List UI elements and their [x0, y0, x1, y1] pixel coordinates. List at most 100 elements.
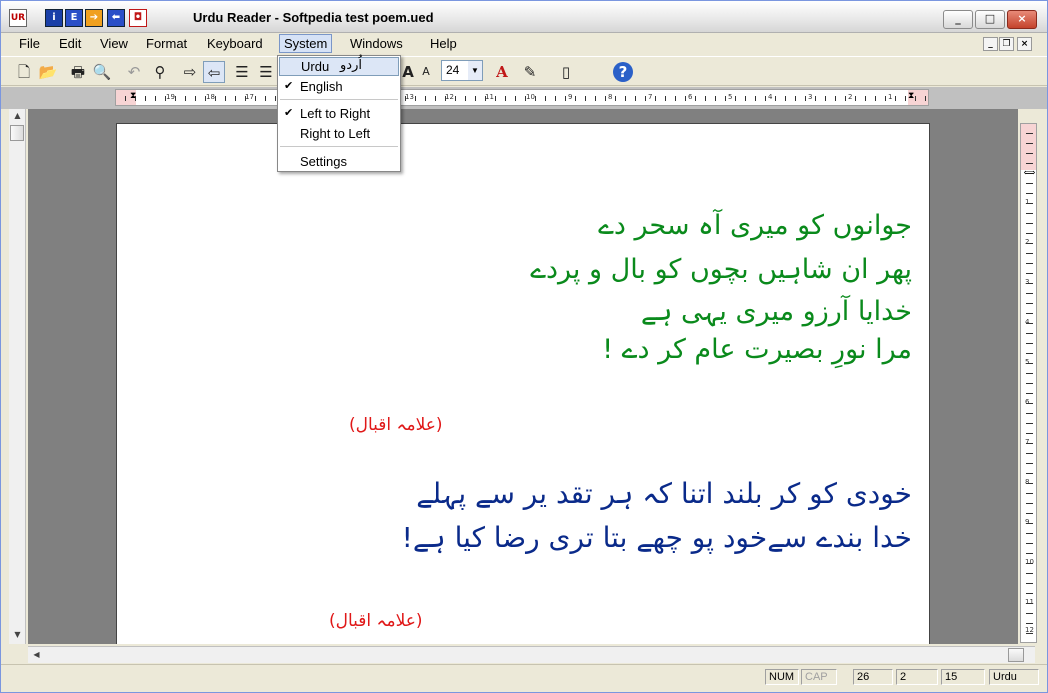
- app-icon[interactable]: UR: [9, 9, 27, 27]
- title-bar: UR i E ➔ ⬅ ◘ Urdu Reader - Softpedia tes…: [1, 1, 1047, 33]
- menu-option-urdu-label: اُردو: [340, 58, 362, 73]
- menu-separator: [280, 146, 398, 147]
- print-preview-icon[interactable]: 🔍: [91, 61, 113, 83]
- top-margin-marker[interactable]: ⟺: [1021, 168, 1036, 177]
- page-icon[interactable]: ▯: [555, 61, 577, 83]
- menu-windows[interactable]: Windows: [348, 36, 405, 51]
- menu-system[interactable]: System: [279, 34, 333, 53]
- poem-line: جوانوں کو میری آہ سحر دے: [598, 210, 912, 241]
- help-icon[interactable]: ?: [613, 62, 633, 82]
- mdi-close-button[interactable]: ×: [1017, 37, 1032, 51]
- ruler-number: 18: [206, 93, 215, 101]
- mdi-minimize-button[interactable]: _: [983, 37, 998, 51]
- attribution-two: (علامہ اقبال): [329, 611, 423, 631]
- document-page[interactable]: جوانوں کو میری آہ سحر دے پھر ان شاہیں بچ…: [116, 123, 930, 644]
- menu-edit[interactable]: Edit: [57, 36, 83, 51]
- ltr-arrow-icon[interactable]: ⇨: [179, 61, 201, 83]
- vruler-number: 2: [1025, 238, 1030, 246]
- scroll-thumb[interactable]: [10, 125, 24, 141]
- menu-option-label: Right to Left: [300, 126, 371, 141]
- menu-option-left-to-right[interactable]: ✔ Left to Right: [279, 104, 399, 123]
- document-area[interactable]: جوانوں کو میری آہ سحر دے پھر ان شاہیں بچ…: [28, 109, 1018, 644]
- rtl-arrow-icon[interactable]: ⇦: [203, 61, 225, 83]
- vruler-number: 5: [1025, 358, 1030, 366]
- vruler-number: 12: [1025, 626, 1034, 634]
- language-indicator: Urdu: [989, 669, 1039, 685]
- horizontal-scroll-thumb[interactable]: [1008, 648, 1024, 662]
- scroll-up-icon[interactable]: ▲: [9, 109, 26, 123]
- vruler-number: 4: [1025, 318, 1030, 326]
- back-icon[interactable]: ⬅: [107, 9, 125, 27]
- status-bar: NUM CAP 26 2 15 Urdu: [1, 664, 1047, 692]
- highlight-icon[interactable]: ✎: [519, 61, 541, 83]
- menu-option-settings[interactable]: Settings: [279, 152, 399, 171]
- undo-icon[interactable]: ↶: [123, 61, 145, 83]
- check-icon: ✔: [284, 80, 294, 92]
- ruler-number: 19: [166, 93, 175, 101]
- scroll-left-icon[interactable]: ◀: [28, 647, 45, 663]
- minimize-button[interactable]: _: [943, 10, 973, 29]
- stop-icon[interactable]: ◘: [129, 9, 147, 27]
- open-icon[interactable]: 📂: [37, 61, 59, 83]
- stanza-one: جوانوں کو میری آہ سحر دے پھر ان شاہیں بچ…: [530, 204, 912, 368]
- find-icon[interactable]: ⚲: [149, 61, 171, 83]
- mdi-restore-button[interactable]: ❐: [999, 37, 1014, 51]
- ruler-number: 11: [485, 93, 494, 101]
- ruler-number: 17: [245, 93, 254, 101]
- chevron-down-icon: ▼: [468, 61, 482, 80]
- ruler-number: 7: [648, 93, 653, 101]
- vertical-scrollbar[interactable]: ▲ ▼: [9, 109, 26, 644]
- poem-line: خدا بندے سےخود پو چھے بتا تری رضا کیا ہے…: [401, 521, 912, 554]
- scroll-down-icon[interactable]: ▼: [9, 628, 26, 642]
- new-icon[interactable]: 🗋: [13, 61, 35, 83]
- menu-view[interactable]: View: [98, 36, 130, 51]
- menu-separator: [280, 99, 398, 100]
- ruler-number: 5: [728, 93, 733, 101]
- menu-file[interactable]: File: [17, 36, 42, 51]
- position-number: 15: [941, 669, 985, 685]
- font-size-select[interactable]: 24 ▼: [441, 60, 483, 81]
- vruler-number: 3: [1025, 278, 1030, 286]
- check-icon: ✔: [284, 107, 294, 119]
- right-indent-marker[interactable]: ⧗: [908, 91, 915, 105]
- ruler-number: 1: [888, 93, 893, 101]
- close-button[interactable]: ×: [1007, 10, 1037, 29]
- menu-format[interactable]: Format: [144, 36, 189, 51]
- poem-line: خودی کو کر بلند اتنا کہ ہر تقد یر سے پہل…: [416, 477, 912, 510]
- menu-keyboard[interactable]: Keyboard: [205, 36, 265, 51]
- stanza-two: خودی کو کر بلند اتنا کہ ہر تقد یر سے پہل…: [402, 472, 912, 560]
- print-icon[interactable]: 🖶: [67, 61, 89, 83]
- system-menu-dropdown: Urdu اُردو ✔ English ✔ Left to Right Rig…: [277, 55, 401, 172]
- horizontal-ruler[interactable]: 19 18 17 13 12 11 10 9 8 7 6 5 4 3 2 1 ⧗…: [115, 89, 929, 106]
- ruler-number: 12: [445, 93, 454, 101]
- align-left-icon[interactable]: ☰: [231, 61, 253, 83]
- vruler-number: 7: [1025, 438, 1030, 446]
- vruler-number: 11: [1025, 598, 1034, 606]
- menu-option-label: Settings: [300, 154, 347, 169]
- vruler-number: 10: [1025, 558, 1034, 566]
- font-size-value: 24: [446, 63, 460, 77]
- caps-lock-indicator: CAP: [801, 669, 837, 685]
- left-indent-marker[interactable]: ⧗: [130, 91, 137, 105]
- ruler-number: 9: [568, 93, 573, 101]
- horizontal-scrollbar[interactable]: ◀: [28, 646, 1035, 663]
- vruler-number: 9: [1025, 518, 1030, 526]
- vertical-ruler[interactable]: ⟺ 1 2 3 4 5 6 7 8 9 10 11 12: [1020, 123, 1037, 643]
- menu-option-right-to-left[interactable]: Right to Left: [279, 124, 399, 143]
- ruler-number: 2: [848, 93, 853, 101]
- forward-icon[interactable]: ➔: [85, 9, 103, 27]
- menu-help[interactable]: Help: [428, 36, 459, 51]
- maximize-button[interactable]: □: [975, 10, 1005, 29]
- english-icon[interactable]: E: [65, 9, 83, 27]
- font-color-icon[interactable]: A: [491, 61, 513, 83]
- ruler-area: 19 18 17 13 12 11 10 9 8 7 6 5 4 3 2 1 ⧗…: [1, 87, 1047, 109]
- vruler-number: 6: [1025, 398, 1030, 406]
- align-center-icon[interactable]: ☰: [255, 61, 277, 83]
- font-shrink-icon[interactable]: A: [415, 61, 437, 83]
- menu-bar: File Edit View Format Keyboard System Wi…: [1, 33, 1047, 55]
- info-icon[interactable]: i: [45, 9, 63, 27]
- menu-option-english[interactable]: ✔ English: [279, 77, 399, 96]
- vruler-number: 1: [1025, 198, 1030, 206]
- ruler-number: 8: [608, 93, 613, 101]
- menu-option-urdu[interactable]: Urdu اُردو: [279, 57, 399, 76]
